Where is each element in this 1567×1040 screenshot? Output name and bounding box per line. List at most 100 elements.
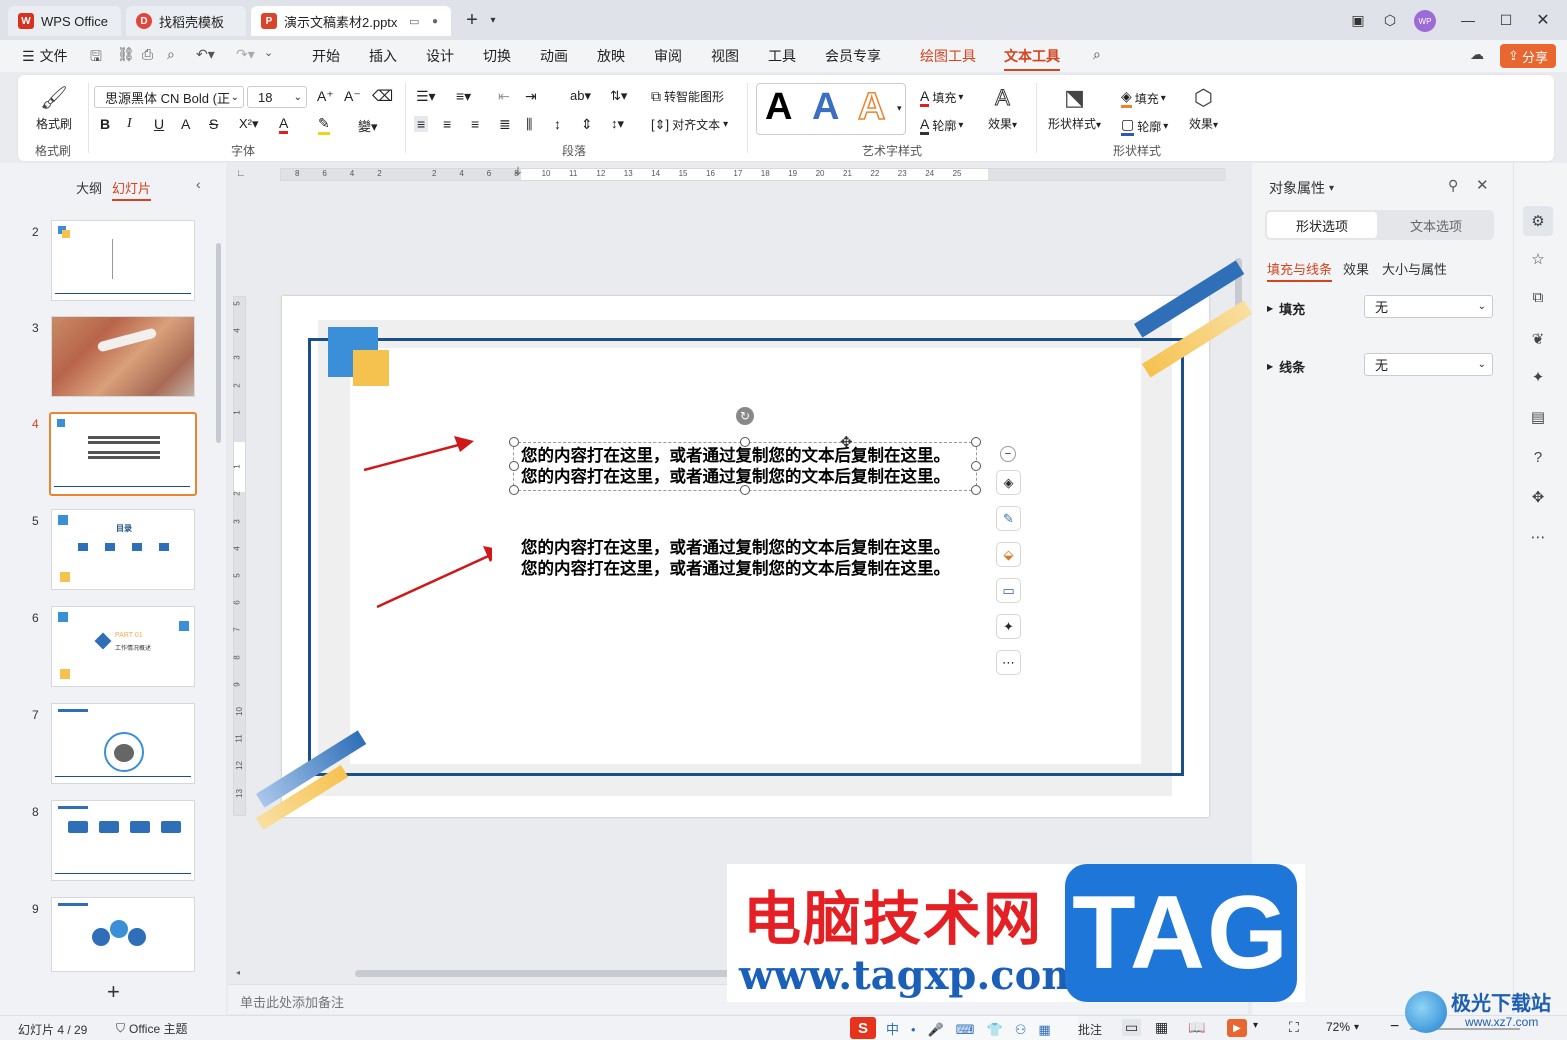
increase-font-icon[interactable]: A⁺: [317, 88, 334, 105]
phonetic-icon[interactable]: 變▾: [358, 116, 378, 135]
sort-icon[interactable]: ⇅▾: [610, 88, 627, 104]
menu-start[interactable]: 开始: [312, 46, 340, 66]
align-center-icon[interactable]: ≡: [443, 116, 451, 132]
menu-design[interactable]: 设计: [426, 46, 454, 66]
avatar[interactable]: WP: [1414, 10, 1436, 32]
cube-icon[interactable]: ⬡: [1380, 10, 1400, 30]
menu-view[interactable]: 视图: [711, 46, 739, 66]
link-icon[interactable]: ⛓: [117, 46, 135, 63]
resize-handle[interactable]: [509, 485, 519, 495]
undo-icon[interactable]: ↶▾: [196, 46, 215, 63]
slide-thumbnail-3[interactable]: [51, 316, 195, 397]
star-icon[interactable]: ☆: [1527, 248, 1549, 270]
format-painter-button[interactable]: 🖌 格式刷: [36, 85, 72, 132]
strikethrough-icon[interactable]: S: [209, 116, 218, 132]
line-section-toggle[interactable]: ▶ 线条: [1267, 357, 1305, 376]
text-effect-button[interactable]: A 效果▾: [988, 85, 1017, 132]
art-style-gallery[interactable]: A A A: [756, 83, 906, 135]
para-spacing-icon[interactable]: ⇕: [581, 116, 593, 133]
magic-wand-icon[interactable]: ✦: [996, 614, 1021, 639]
pin-icon[interactable]: ⚲: [1448, 177, 1458, 194]
slide-thumbnail-7[interactable]: [51, 703, 195, 784]
spacing-dropdown-icon[interactable]: ↕▾: [611, 116, 624, 132]
pen-icon[interactable]: ✎: [996, 506, 1021, 531]
maximize-button[interactable]: ☐: [1496, 10, 1516, 30]
clear-format-icon[interactable]: ⌫: [372, 87, 393, 105]
play-slideshow-icon[interactable]: ▶: [1227, 1019, 1247, 1037]
align-text-button[interactable]: [⇕] 对齐文本 ▾: [651, 116, 728, 133]
shape-outline-button[interactable]: ▢ 轮廓 ▾: [1121, 116, 1168, 136]
horizontal-ruler[interactable]: 8 6 4 2 2 4 6 8 10 11 12 13 14 15 16 17 18 19 20 21 22 23 24 25: [280, 168, 1226, 181]
redo-icon[interactable]: ↷▾: [236, 46, 255, 63]
slide-text-line-1[interactable]: 您的内容打在这里，或者通过复制您的文本后复制在这里。: [521, 445, 950, 466]
justify-icon[interactable]: ≣: [499, 116, 511, 133]
sorter-view-icon[interactable]: ▦: [1155, 1019, 1168, 1036]
reading-view-icon[interactable]: 📖: [1188, 1019, 1205, 1036]
preview-icon[interactable]: ⌕: [167, 46, 175, 63]
slide-canvas[interactable]: ↻ ✥ 您的内容打在这里，或者通过复制您的文本后复制在这里。 您的内容打在这里，…: [256, 260, 1253, 830]
art-style-blue[interactable]: A: [812, 86, 839, 129]
numbered-list-icon[interactable]: ≡▾: [456, 88, 471, 105]
menu-member[interactable]: 会员专享: [825, 46, 881, 66]
gallery-more-icon[interactable]: ▾: [897, 103, 902, 114]
style-icon[interactable]: ❦: [1527, 328, 1549, 350]
more-icon[interactable]: ⋯: [996, 650, 1021, 675]
save-icon[interactable]: 🖫: [90, 46, 102, 70]
menu-animation[interactable]: 动画: [540, 46, 568, 66]
zoom-out-icon[interactable]: −: [1390, 1018, 1399, 1036]
menu-drawing-tools[interactable]: 绘图工具: [920, 46, 976, 66]
tab-wps-office[interactable]: W WPS Office: [8, 6, 121, 36]
slide-thumbnail-4[interactable]: [49, 412, 197, 496]
help-icon[interactable]: ?: [1527, 446, 1549, 468]
outdent-icon[interactable]: ⇤: [498, 88, 510, 105]
menu-tools[interactable]: 工具: [768, 46, 796, 66]
theme-indicator[interactable]: ⛉ Office 主题: [116, 1020, 187, 1037]
menu-text-tools[interactable]: 文本工具: [1004, 46, 1060, 71]
scroll-left-icon[interactable]: ◂: [236, 968, 240, 977]
underline-icon[interactable]: U: [154, 116, 164, 132]
print-icon[interactable]: ⎙: [142, 46, 153, 63]
pane-scrollbar[interactable]: [216, 243, 221, 443]
new-tab-button[interactable]: +: [462, 9, 482, 31]
close-window-button[interactable]: ✕: [1533, 10, 1553, 30]
art-style-orange[interactable]: A: [857, 85, 886, 129]
add-slide-button[interactable]: +: [107, 979, 120, 1005]
zoom-select[interactable]: 72% ▾: [1326, 1020, 1359, 1034]
resize-handle[interactable]: [971, 485, 981, 495]
tab-text-options[interactable]: 文本选项: [1381, 212, 1491, 238]
font-size-select[interactable]: 18 ⌄: [247, 86, 307, 108]
italic-icon[interactable]: I: [127, 116, 132, 132]
collapse-chevron-icon[interactable]: ‹: [196, 176, 201, 192]
subtab-fill-line[interactable]: 填充与线条: [1267, 259, 1333, 282]
tab-document[interactable]: P 演示文稿素材2.pptx ▭ ●: [251, 6, 451, 36]
menu-slideshow[interactable]: 放映: [597, 46, 625, 66]
char-spacing-icon[interactable]: A: [181, 116, 190, 132]
subtab-effect[interactable]: 效果: [1343, 259, 1369, 278]
slide-thumbnail-5[interactable]: 目录: [51, 509, 195, 590]
cloud-icon[interactable]: ☁: [1470, 46, 1484, 63]
subtab-size[interactable]: 大小与属性: [1382, 259, 1447, 278]
ime-toolbar[interactable]: S 中•🎤⌨👕⚇▦: [850, 1016, 1078, 1040]
text-outline-button[interactable]: A 轮廓 ▾: [920, 116, 963, 135]
horizontal-scrollbar[interactable]: [355, 970, 735, 977]
menu-insert[interactable]: 插入: [369, 46, 397, 66]
shape-fill-button[interactable]: ◈ 填充 ▾: [1121, 88, 1166, 108]
monitor-icon[interactable]: ▭: [409, 15, 419, 28]
outline-box-icon[interactable]: ▭: [996, 578, 1021, 603]
line-select[interactable]: 无 ⌄: [1364, 353, 1493, 376]
file-menu[interactable]: ☰ 文件: [22, 46, 68, 66]
tab-list-chevron-icon[interactable]: ▾: [483, 10, 503, 30]
close-pane-icon[interactable]: ✕: [1476, 176, 1489, 194]
tab-slides[interactable]: 幻灯片: [112, 178, 152, 201]
shape-style-button[interactable]: ⬔ 形状样式▾: [1048, 85, 1101, 132]
fill-bucket-icon[interactable]: ⬙: [996, 542, 1021, 567]
share-button[interactable]: ⇪ 分享: [1500, 44, 1556, 68]
slide-text-line-3[interactable]: 您的内容打在这里，或者通过复制您的文本后复制在这里。: [521, 537, 950, 558]
slide-thumbnail-8[interactable]: [51, 800, 195, 881]
menu-transition[interactable]: 切换: [483, 46, 511, 66]
font-color-icon[interactable]: A: [279, 115, 289, 134]
puzzle-icon[interactable]: ✥: [1527, 486, 1549, 508]
indent-icon[interactable]: ⇥: [525, 88, 537, 105]
normal-view-icon[interactable]: ▭: [1122, 1019, 1142, 1036]
more-icon[interactable]: ⋯: [1527, 526, 1549, 548]
